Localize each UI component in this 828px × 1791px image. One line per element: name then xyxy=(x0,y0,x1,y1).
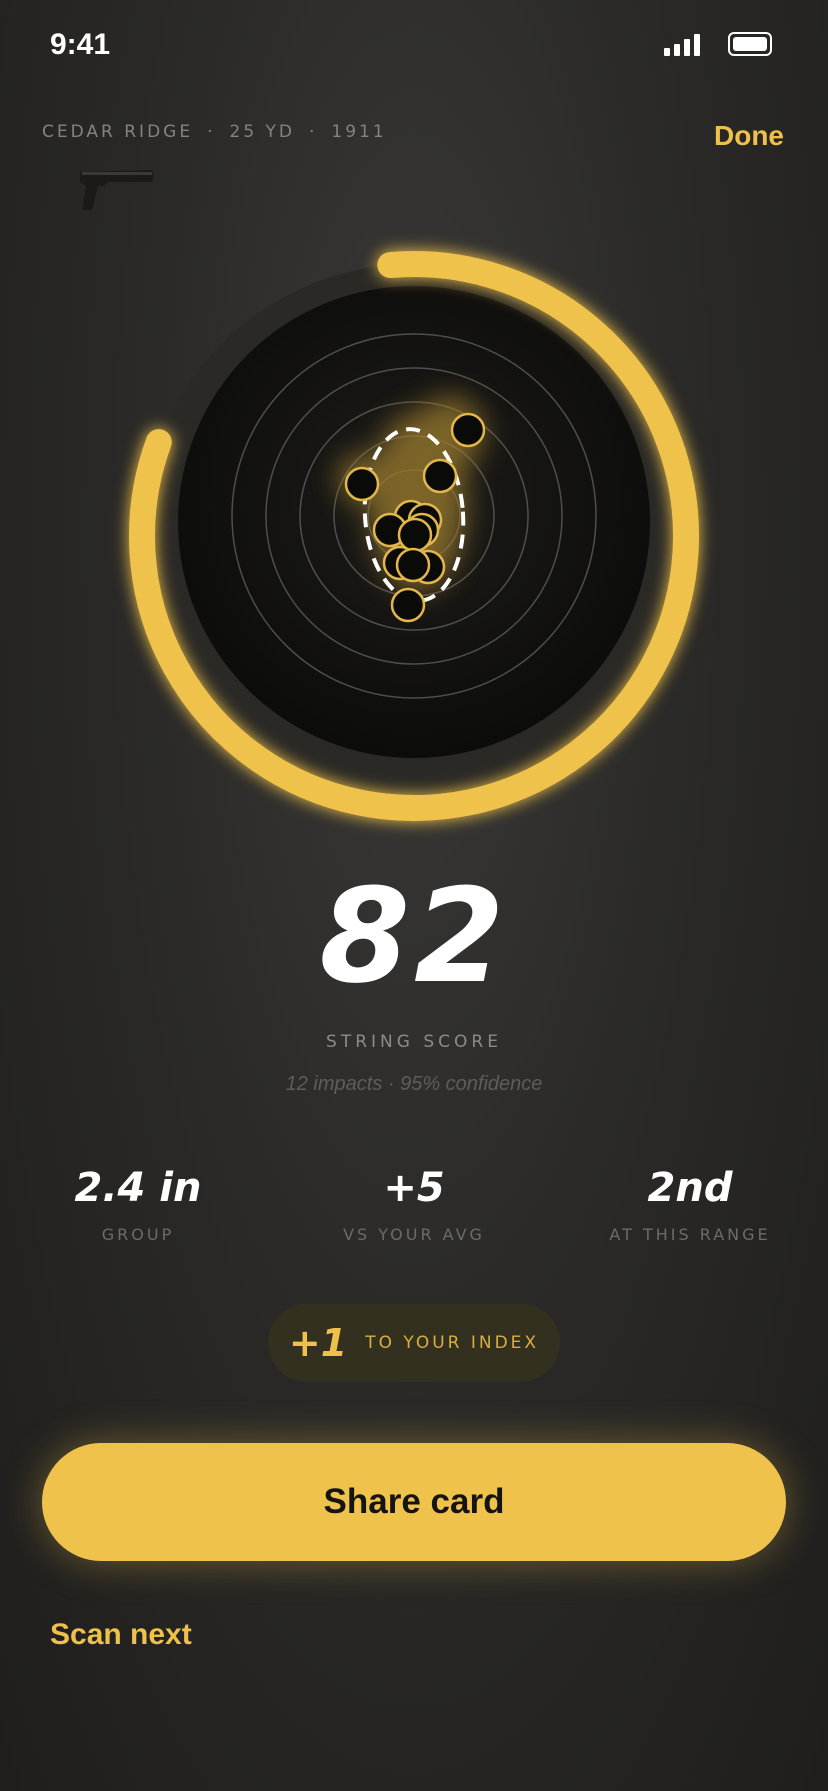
impact-mark xyxy=(422,458,458,494)
stat-label: VS YOUR AVG xyxy=(343,1225,485,1244)
stat-label: AT THIS RANGE xyxy=(609,1225,771,1244)
string-score-label: STRING SCORE xyxy=(326,1032,502,1052)
impact-mark xyxy=(344,466,380,502)
stat-value: 2.4 in xyxy=(74,1165,202,1211)
target-visualization xyxy=(100,222,728,850)
scan-next-button[interactable]: Scan next xyxy=(50,1618,192,1652)
stat-label: GROUP xyxy=(101,1225,175,1244)
signal-icon xyxy=(664,32,700,56)
impact-mark xyxy=(450,412,486,448)
stat-vs-avg: +5 VS YOUR AVG xyxy=(276,1165,552,1244)
done-button[interactable]: Done xyxy=(714,120,784,152)
battery-icon xyxy=(728,32,772,56)
index-value: +1 xyxy=(288,1321,348,1365)
stat-value: +5 xyxy=(383,1165,445,1211)
stat-range-rank: 2nd AT THIS RANGE xyxy=(552,1165,828,1244)
session-meta: CEDAR RIDGE · 25 YD · 1911 xyxy=(42,122,387,142)
stat-group: 2.4 in GROUP xyxy=(0,1165,276,1244)
impact-mark xyxy=(395,547,431,583)
index-badge: +1 TO YOUR INDEX xyxy=(268,1304,560,1382)
share-card-button[interactable]: Share card xyxy=(42,1443,786,1561)
distance-label: 25 YD xyxy=(229,122,296,142)
firearm-label: 1911 xyxy=(331,122,387,142)
meta-separator: · xyxy=(309,122,318,142)
impact-mark xyxy=(390,587,426,623)
pistol-icon xyxy=(80,170,154,210)
status-icons xyxy=(664,32,772,56)
location-label: CEDAR RIDGE xyxy=(42,122,194,142)
target-svg xyxy=(129,251,699,821)
score-confidence: 12 impacts · 95% confidence xyxy=(285,1073,543,1095)
index-label: TO YOUR INDEX xyxy=(365,1333,540,1353)
string-score-value: 82 xyxy=(319,860,509,1012)
stat-value: 2nd xyxy=(647,1165,733,1211)
meta-separator: · xyxy=(207,122,216,142)
status-time: 9:41 xyxy=(50,28,111,61)
stats-row: 2.4 in GROUP +5 VS YOUR AVG 2nd AT THIS … xyxy=(0,1165,828,1244)
